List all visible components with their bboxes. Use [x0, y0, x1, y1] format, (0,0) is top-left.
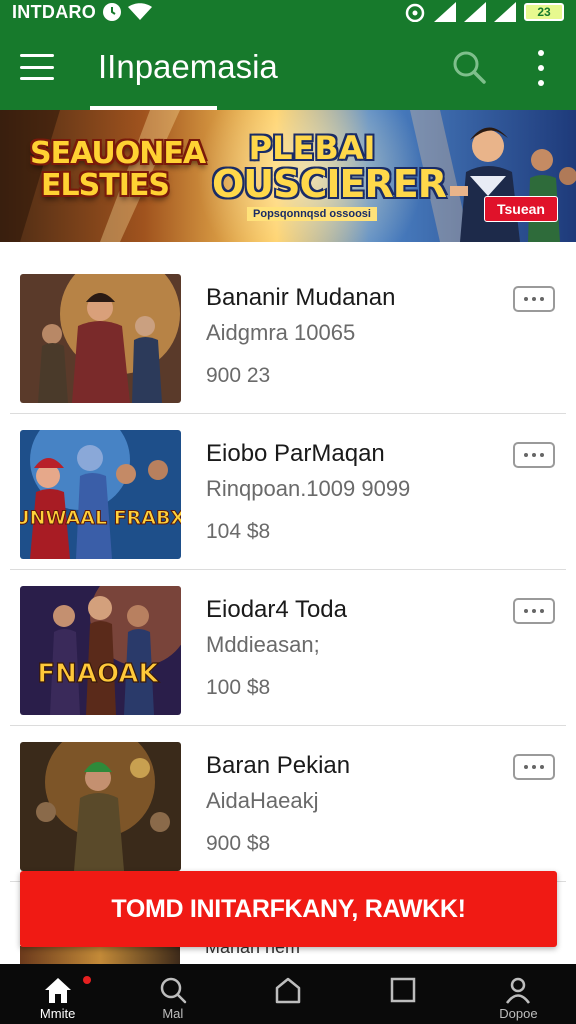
banner-logo-left: SEAUONEA ELSTIES: [30, 136, 206, 203]
item-subtitle: Rinqpoan.1009 9099: [206, 476, 411, 501]
notification-dot: [83, 976, 91, 984]
nav-home-outline[interactable]: [230, 964, 345, 1024]
more-dot: [540, 297, 544, 301]
nav-profile[interactable]: Dopoe: [461, 964, 576, 1024]
item-thumbnail: FNAOAK: [20, 586, 181, 715]
item-thumb-text: DAUNWAAL FRABXAN: [20, 507, 181, 529]
app-title: IInpaemasia: [98, 48, 278, 85]
item-more-button[interactable]: [513, 598, 555, 624]
more-dot: [540, 765, 544, 769]
signal-icon-2: [464, 2, 486, 22]
status-carrier-text: INTDARO: [12, 1, 97, 22]
more-dot: [532, 765, 536, 769]
nav-label: Dopoe: [499, 1006, 538, 1021]
item-subtitle: Mddieasan;: [206, 632, 320, 657]
item-title: Bananir Mudanan: [206, 284, 396, 311]
signal-icon-1: [434, 2, 456, 22]
more-dot: [524, 609, 528, 613]
home-icon: [44, 978, 71, 1003]
search-button[interactable]: [450, 48, 490, 88]
more-vertical-icon[interactable]: [528, 50, 554, 86]
menu-line: [20, 77, 54, 80]
more-dot: [524, 297, 528, 301]
more-dot: [532, 297, 536, 301]
item-thumbnail: [20, 742, 181, 871]
more-dot: [540, 609, 544, 613]
item-price: 100 $8: [206, 676, 271, 699]
status-left: INTDARO: [12, 1, 153, 23]
square-icon: [390, 977, 416, 1003]
item-thumbnail-art: FNAOAK: [20, 586, 181, 715]
item-more-button[interactable]: [513, 754, 555, 780]
nav-search[interactable]: Mal: [115, 964, 230, 1024]
more-dot: [524, 765, 528, 769]
search-icon: [160, 977, 187, 1004]
status-bar: INTDARO 23: [0, 0, 576, 24]
item-more-button[interactable]: [513, 286, 555, 312]
list-item[interactable]: FNAOAK Eiodar4 Toda Mddieasan; 100 $8: [10, 570, 566, 726]
banner-title-line1: PLEBAI: [248, 129, 376, 167]
menu-button[interactable]: [20, 54, 54, 80]
battery-icon: 23: [524, 3, 564, 21]
item-title: Eiodar4 Toda: [206, 596, 347, 623]
nav-label: Mal: [162, 1006, 184, 1021]
nav-square[interactable]: [346, 964, 461, 1024]
banner-tagline: Popsqonnqsd ossoosi: [247, 207, 377, 221]
more-dot: [532, 453, 536, 457]
app-bar: IInpaemasia: [0, 24, 576, 110]
item-thumb-text: FNAOAK: [37, 659, 159, 689]
partial-item-thumbnail: [20, 946, 180, 964]
banner-logo-center: PLEBAI OUSCIERER Popsqonnqsd ossoosi: [212, 129, 447, 222]
item-thumbnail-art: [20, 274, 181, 403]
item-price: 900 23: [206, 364, 271, 387]
banner-cta-button[interactable]: Tsuean: [484, 196, 558, 222]
item-title: Baran Pekian: [206, 752, 351, 779]
house-outline-icon: [275, 977, 301, 1004]
banner-title-line2: OUSCIERER: [212, 162, 447, 206]
alarm-icon: [405, 3, 425, 22]
item-thumbnail: DAUNWAAL FRABXAN: [20, 430, 181, 559]
menu-line: [20, 54, 54, 57]
signal-icon-3: [494, 2, 516, 22]
more-dot: [538, 50, 544, 56]
menu-line: [20, 65, 54, 69]
more-dot: [538, 80, 544, 86]
profile-icon: [506, 977, 531, 1004]
list-item[interactable]: Baran Pekian AidaHaeakj 900 $8: [10, 726, 566, 882]
more-dot: [532, 609, 536, 613]
status-right: 23: [404, 2, 564, 22]
more-dot: [540, 453, 544, 457]
nav-label: Mmite: [39, 1006, 76, 1021]
item-thumbnail-art: DAUNWAAL FRABXAN: [20, 430, 181, 559]
list-item[interactable]: DAUNWAAL FRABXAN Eiobo ParMaqan Rinqpoan…: [10, 414, 566, 570]
banner-hero-image: [450, 127, 576, 242]
item-thumbnail: [20, 274, 181, 403]
list-item[interactable]: Bananir Mudanan Aidgmra 10065 900 23: [10, 258, 566, 414]
clock-icon: [103, 3, 122, 21]
search-icon: [453, 51, 486, 84]
item-thumbnail-art: [20, 742, 181, 871]
item-title: Eiobo ParMaqan: [206, 440, 385, 467]
nav-home[interactable]: Mmite: [0, 964, 115, 1024]
wifi-icon: [128, 3, 153, 20]
item-subtitle: AidaHaeakj: [206, 788, 319, 813]
item-price: 104 $8: [206, 520, 271, 543]
more-dot: [524, 453, 528, 457]
item-price: 900 $8: [206, 832, 271, 855]
promo-banner[interactable]: SEAUONEA ELSTIES PLEBAI OUSCIERER Popsqo…: [0, 110, 576, 242]
item-subtitle: Aidgmra 10065: [206, 320, 356, 345]
more-dot: [538, 65, 544, 71]
toast-banner[interactable]: TOMD INITARFKANY, RAWKK!: [20, 871, 557, 947]
bottom-nav: Mmite Mal Dopoe: [0, 964, 576, 1024]
item-more-button[interactable]: [513, 442, 555, 468]
